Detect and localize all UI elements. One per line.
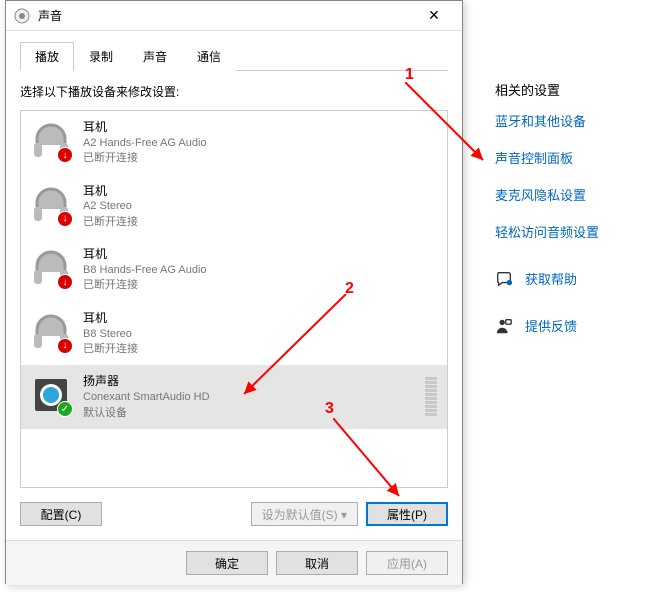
prompt-text: 选择以下播放设备来修改设置: xyxy=(20,83,448,100)
device-name: 耳机 xyxy=(83,246,437,263)
ok-button[interactable]: 确定 xyxy=(186,551,268,575)
disconnect-badge-icon xyxy=(57,147,73,163)
check-badge-icon xyxy=(57,401,73,417)
person-feedback-icon xyxy=(495,317,513,335)
sound-sys-icon xyxy=(14,8,30,24)
dialog-button-row: 确定 取消 应用(A) xyxy=(6,540,462,585)
sound-dialog: 声音 ✕ 播放录制声音通信 选择以下播放设备来修改设置: 耳机A2 Hands-… xyxy=(5,0,463,584)
device-desc: A2 Hands-Free AG Audio xyxy=(83,136,437,151)
speaker-icon xyxy=(31,375,71,415)
headphone-icon xyxy=(31,312,71,352)
disconnect-badge-icon xyxy=(57,211,73,227)
device-name: 耳机 xyxy=(83,183,437,200)
related-link-1[interactable]: 声音控制面板 xyxy=(495,148,655,167)
level-meter xyxy=(425,377,437,416)
device-desc: Conexant SmartAudio HD xyxy=(83,390,413,405)
action-label: 获取帮助 xyxy=(525,269,577,288)
tab-0[interactable]: 播放 xyxy=(20,42,74,71)
chevron-down-icon: ▾ xyxy=(341,508,347,522)
device-item[interactable]: 耳机A2 Stereo已断开连接 xyxy=(21,175,447,239)
disconnect-badge-icon xyxy=(57,338,73,354)
properties-button[interactable]: 属性(P) xyxy=(366,502,448,526)
device-item[interactable]: 耳机A2 Hands-Free AG Audio已断开连接 xyxy=(21,111,447,175)
related-link-2[interactable]: 麦克风隐私设置 xyxy=(495,185,655,204)
disconnect-badge-icon xyxy=(57,274,73,290)
dialog-title: 声音 xyxy=(38,7,414,24)
device-name: 耳机 xyxy=(83,119,437,136)
tab-2[interactable]: 声音 xyxy=(128,42,182,71)
list-button-row: 配置(C) 设为默认值(S) ▾ 属性(P) xyxy=(20,502,448,526)
cancel-button[interactable]: 取消 xyxy=(276,551,358,575)
dialog-body: 播放录制声音通信 选择以下播放设备来修改设置: 耳机A2 Hands-Free … xyxy=(6,31,462,540)
related-settings-panel: 相关的设置 蓝牙和其他设备声音控制面板麦克风隐私设置轻松访问音频设置 获取帮助提… xyxy=(495,80,655,353)
headphone-icon xyxy=(31,248,71,288)
close-button[interactable]: ✕ xyxy=(414,2,454,30)
device-item[interactable]: 扬声器Conexant SmartAudio HD默认设备 xyxy=(21,365,447,429)
device-status: 已断开连接 xyxy=(83,342,437,357)
device-status: 已断开连接 xyxy=(83,215,437,230)
device-item[interactable]: 耳机B8 Stereo已断开连接 xyxy=(21,302,447,366)
headphone-icon xyxy=(31,185,71,225)
device-desc: B8 Hands-Free AG Audio xyxy=(83,263,437,278)
device-desc: B8 Stereo xyxy=(83,327,437,342)
device-name: 耳机 xyxy=(83,310,437,327)
set-default-button[interactable]: 设为默认值(S) ▾ xyxy=(251,502,358,526)
related-link-3[interactable]: 轻松访问音频设置 xyxy=(495,222,655,241)
device-status: 默认设备 xyxy=(83,406,413,421)
action-label: 提供反馈 xyxy=(525,316,577,335)
title-bar: 声音 ✕ xyxy=(6,1,462,31)
device-name: 扬声器 xyxy=(83,373,413,390)
apply-button[interactable]: 应用(A) xyxy=(366,551,448,575)
related-link-0[interactable]: 蓝牙和其他设备 xyxy=(495,111,655,130)
device-info: 耳机A2 Stereo已断开连接 xyxy=(83,183,437,231)
tab-3[interactable]: 通信 xyxy=(182,42,236,71)
configure-button[interactable]: 配置(C) xyxy=(20,502,102,526)
device-list[interactable]: 耳机A2 Hands-Free AG Audio已断开连接耳机A2 Stereo… xyxy=(20,110,448,488)
headphone-icon xyxy=(31,121,71,161)
device-info: 耳机B8 Stereo已断开连接 xyxy=(83,310,437,358)
related-settings-heading: 相关的设置 xyxy=(495,80,655,99)
device-status: 已断开连接 xyxy=(83,151,437,166)
tab-bar: 播放录制声音通信 xyxy=(20,41,448,71)
device-info: 耳机B8 Hands-Free AG Audio已断开连接 xyxy=(83,246,437,294)
get-help-link[interactable]: 获取帮助 xyxy=(495,269,655,288)
device-item[interactable]: 耳机B8 Hands-Free AG Audio已断开连接 xyxy=(21,238,447,302)
tab-1[interactable]: 录制 xyxy=(74,42,128,71)
device-status: 已断开连接 xyxy=(83,278,437,293)
give-feedback-link[interactable]: 提供反馈 xyxy=(495,316,655,335)
device-info: 耳机A2 Hands-Free AG Audio已断开连接 xyxy=(83,119,437,167)
device-desc: A2 Stereo xyxy=(83,199,437,214)
device-info: 扬声器Conexant SmartAudio HD默认设备 xyxy=(83,373,413,421)
chat-help-icon xyxy=(495,270,513,288)
